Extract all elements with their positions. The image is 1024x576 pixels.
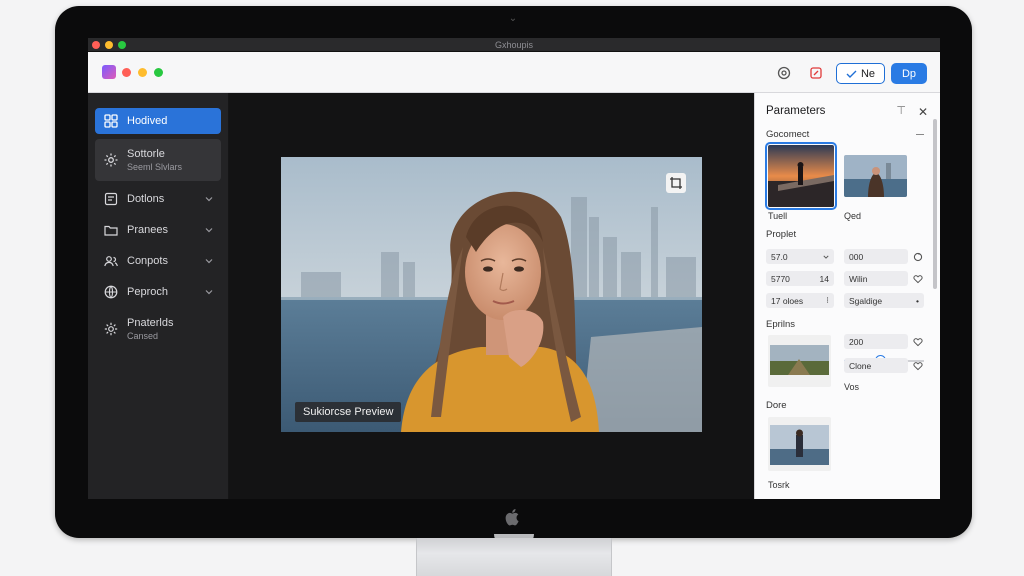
folder-icon bbox=[104, 225, 118, 236]
heart-icon[interactable] bbox=[913, 361, 923, 371]
preset-thumbnail[interactable] bbox=[844, 155, 907, 197]
thumbnail-caption: Tosrk bbox=[768, 480, 790, 490]
primary-action-button[interactable]: Dp bbox=[891, 63, 927, 84]
chevron-down-icon bbox=[205, 228, 213, 233]
crop-tool-icon[interactable] bbox=[666, 173, 686, 193]
sidebar-item-settings[interactable]: Sottorle Seeml Slvlars bbox=[95, 139, 221, 181]
field-value: Clone bbox=[849, 360, 872, 371]
monitor-stand bbox=[416, 538, 612, 576]
gear-icon bbox=[104, 153, 118, 167]
sidebar-item-contacts[interactable]: Conpots bbox=[95, 250, 221, 272]
heart-icon[interactable] bbox=[913, 337, 923, 347]
field-value: Sgaldige bbox=[849, 295, 883, 306]
sidebar-item-home[interactable]: Hodived bbox=[95, 108, 221, 134]
sidebar-item-label: Pnaterlds bbox=[127, 317, 174, 329]
sidebar-item-sublabel: Seeml Slvlars bbox=[127, 162, 183, 172]
window-title: Gxhoupis bbox=[494, 40, 534, 50]
sidebar-item-materials[interactable]: Pnaterlds Cansed bbox=[95, 313, 221, 345]
param-field[interactable]: Wilin bbox=[844, 271, 908, 286]
sidebar-item-label: Sottorle bbox=[127, 148, 165, 160]
param-field[interactable]: Sgaldige • bbox=[844, 293, 924, 308]
screen: Gxhoupis Ne Dp Hodived Sottorle Seeml Sl… bbox=[88, 38, 940, 499]
secondary-action-label: Ne bbox=[860, 67, 876, 80]
param-field[interactable]: 200 bbox=[844, 334, 908, 349]
globe-icon bbox=[104, 285, 118, 299]
app-minimize-dot[interactable] bbox=[138, 68, 147, 77]
panel-scrollbar[interactable] bbox=[933, 119, 937, 289]
marker-icon: ⁝ bbox=[826, 295, 829, 305]
camera-notch-icon: ⌄ bbox=[508, 13, 518, 24]
section-label: Proplet bbox=[766, 229, 797, 240]
field-value: Wilin bbox=[849, 273, 868, 284]
check-wave-icon bbox=[846, 70, 857, 78]
preset-thumbnail[interactable] bbox=[768, 417, 831, 471]
field-value: 57.0 bbox=[771, 251, 788, 262]
field-value: 17 oloes bbox=[771, 295, 804, 306]
thumbnail-caption: Vos bbox=[844, 382, 860, 392]
sidebar-item-sublabel: Cansed bbox=[127, 331, 159, 341]
app-toolbar: Ne Dp bbox=[88, 52, 940, 93]
sidebar-item-label: Conpots bbox=[127, 255, 168, 267]
field-suffix: 14 bbox=[819, 273, 829, 284]
chevron-down-icon bbox=[823, 255, 829, 259]
sidebar-item-options[interactable]: Dotlons bbox=[95, 188, 221, 210]
sidebar: Hodived Sottorle Seeml Slvlars Dotlons P… bbox=[88, 93, 229, 499]
section-label: Dore bbox=[766, 400, 787, 411]
pin-icon[interactable]: ⊤ bbox=[896, 104, 906, 117]
chevron-down-icon bbox=[205, 290, 213, 295]
param-field[interactable]: 17 oloes ⁝ bbox=[766, 293, 834, 308]
users-icon bbox=[104, 256, 118, 267]
portrait-photo bbox=[281, 157, 702, 432]
field-value: 5770 bbox=[771, 273, 790, 284]
param-field[interactable]: 000 bbox=[844, 249, 908, 264]
param-field[interactable]: 5770 14 bbox=[766, 271, 834, 286]
app-zoom-dot[interactable] bbox=[154, 68, 163, 77]
param-field[interactable]: 57.0 bbox=[766, 249, 834, 264]
section-label: Gocomect bbox=[766, 129, 810, 140]
thumbnail-caption: Tuell bbox=[768, 211, 788, 221]
sidebar-item-label: Hodived bbox=[127, 115, 168, 127]
refresh-icon[interactable] bbox=[913, 252, 923, 262]
parameters-panel: Parameters ⊤ ✕ Gocomect Tuell Qed Prople… bbox=[754, 93, 940, 499]
dot-icon: • bbox=[916, 295, 919, 306]
edit-icon[interactable] bbox=[807, 64, 825, 82]
preview-canvas: Sukiorcse Preview bbox=[229, 93, 754, 499]
section-label: Eprilns bbox=[766, 319, 796, 330]
layers-icon bbox=[104, 192, 118, 206]
preset-thumbnail[interactable] bbox=[768, 335, 831, 387]
field-value: 200 bbox=[849, 336, 864, 347]
chevron-down-icon bbox=[205, 197, 213, 202]
preview-label: Sukiorcse Preview bbox=[295, 402, 402, 422]
heart-icon[interactable] bbox=[913, 274, 923, 284]
chevron-down-icon bbox=[205, 259, 213, 264]
thumbnail-caption: Qed bbox=[844, 211, 862, 221]
param-field[interactable]: Clone bbox=[844, 358, 908, 373]
os-title-bar: Gxhoupis bbox=[88, 38, 940, 52]
preview-image[interactable]: Sukiorcse Preview bbox=[281, 157, 702, 432]
sidebar-item-text: Sottorle Seeml Slvlars bbox=[127, 148, 182, 172]
grid-icon bbox=[104, 114, 118, 128]
sidebar-item-label: Dotlons bbox=[127, 193, 165, 205]
panel-title: Parameters bbox=[766, 105, 826, 117]
sidebar-item-frames[interactable]: Pranees bbox=[95, 219, 221, 241]
sidebar-item-label: Pranees bbox=[127, 224, 168, 236]
close-icon[interactable]: ✕ bbox=[918, 105, 928, 119]
app-window-controls bbox=[122, 68, 163, 77]
apple-logo-icon bbox=[505, 509, 519, 526]
sidebar-item-label: Peproch bbox=[127, 286, 168, 298]
app-close-dot[interactable] bbox=[122, 68, 131, 77]
secondary-action-button[interactable]: Ne bbox=[836, 63, 885, 84]
field-value: 000 bbox=[849, 251, 864, 262]
target-icon[interactable] bbox=[775, 64, 793, 82]
app-logo-icon bbox=[102, 65, 116, 79]
sidebar-item-text: Pnaterlds Cansed bbox=[127, 317, 173, 341]
cog-icon bbox=[104, 322, 118, 336]
preset-thumbnail[interactable] bbox=[765, 142, 837, 210]
collapse-icon[interactable] bbox=[916, 134, 924, 135]
sidebar-item-approach[interactable]: Peproch bbox=[95, 281, 221, 303]
